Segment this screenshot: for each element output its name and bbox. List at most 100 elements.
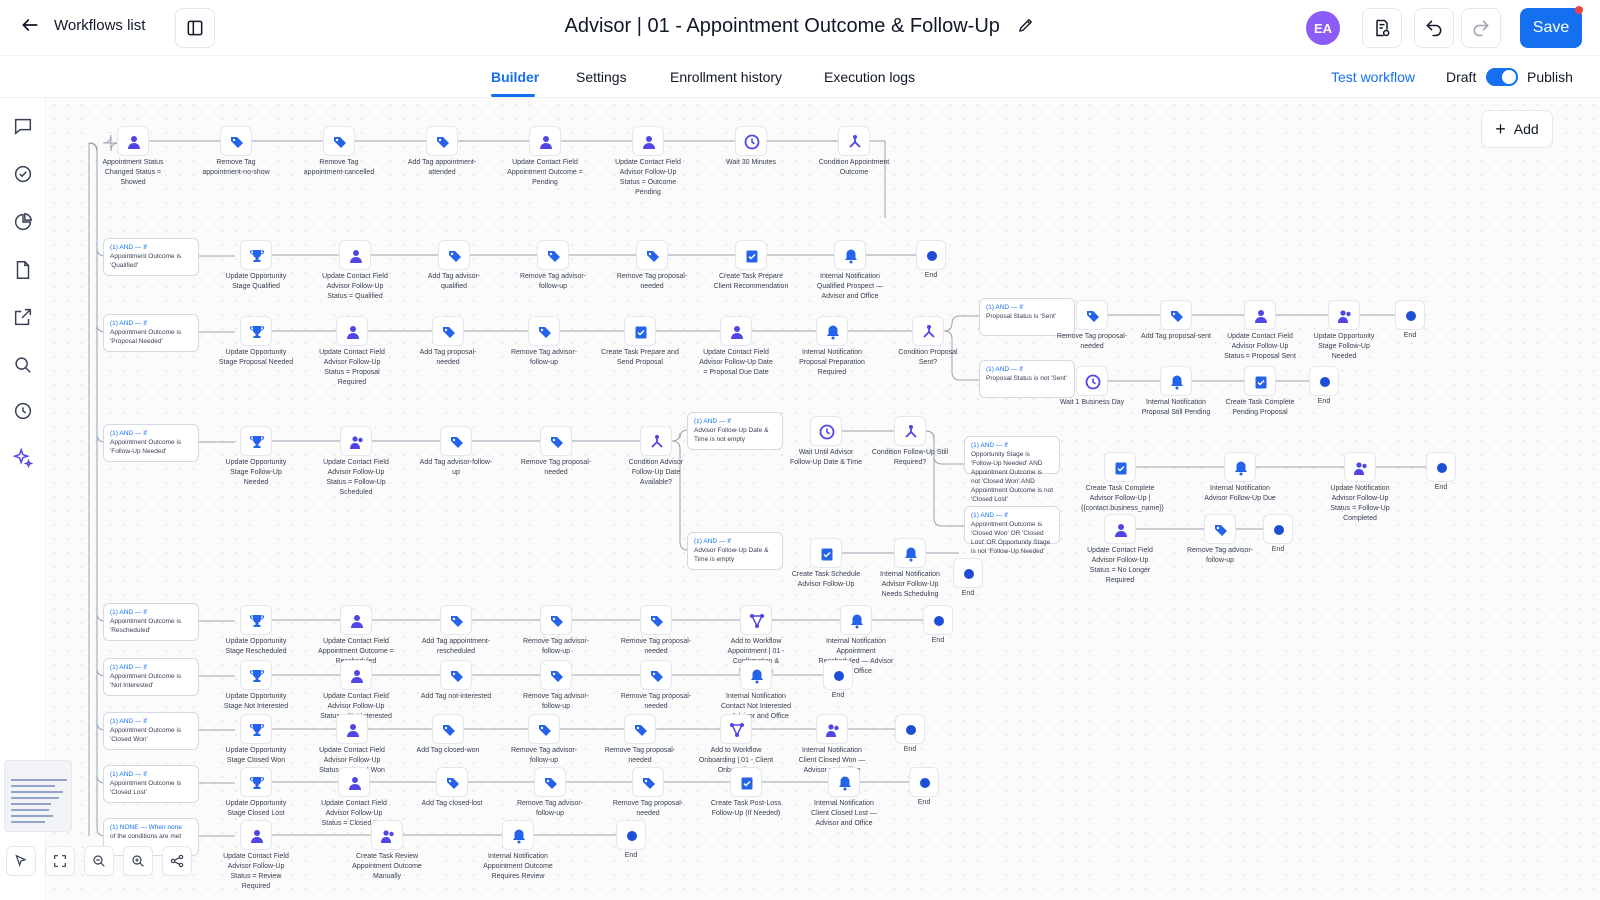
- end-node[interactable]: End: [895, 714, 925, 753]
- action-node[interactable]: Remove Tag proposal-needed: [617, 660, 695, 712]
- condition-branch-card[interactable]: (1) AND — If Advisor Follow-Up Date & Tim…: [687, 532, 783, 570]
- end-node[interactable]: End: [909, 767, 939, 806]
- action-node[interactable]: Appointment Status Changed Status = Show…: [94, 126, 172, 188]
- end-node[interactable]: End: [1309, 366, 1339, 405]
- action-node[interactable]: Update Contact Field Advisor Follow-Up S…: [316, 240, 394, 302]
- action-node[interactable]: Internal Notification Advisor Follow-Up …: [871, 538, 949, 600]
- history-icon[interactable]: [12, 400, 34, 422]
- action-node[interactable]: Condition Advisor Follow-Up Date Availab…: [617, 426, 695, 488]
- action-node[interactable]: Add Tag closed-lost: [413, 767, 491, 809]
- action-node[interactable]: Internal Notification Qualified Prospect…: [811, 240, 889, 302]
- check-circle-icon[interactable]: [12, 163, 34, 185]
- action-node[interactable]: Add Tag proposal-needed: [409, 316, 487, 368]
- sparkle-icon[interactable]: [12, 447, 34, 469]
- action-node[interactable]: Update Opportunity Stage Follow-Up Neede…: [1305, 300, 1383, 362]
- condition-branch-card[interactable]: (1) AND — If Appointment Outcome is 'Resc…: [103, 603, 199, 641]
- action-node[interactable]: Remove Tag proposal-needed: [609, 767, 687, 819]
- end-node[interactable]: End: [616, 820, 646, 859]
- minimap[interactable]: [4, 760, 72, 832]
- end-node[interactable]: End: [953, 558, 983, 597]
- condition-branch-card[interactable]: (1) AND — If Appointment Outcome is 'Foll…: [103, 424, 199, 462]
- edit-title-icon[interactable]: [1017, 16, 1035, 34]
- fit-view-button[interactable]: [45, 846, 75, 876]
- action-node[interactable]: Condition Follow-Up Still Required?: [871, 416, 949, 468]
- tab-settings[interactable]: Settings: [576, 69, 627, 85]
- pie-chart-icon[interactable]: [12, 211, 34, 233]
- action-node[interactable]: Internal Notification Client Closed Lost…: [805, 767, 883, 829]
- end-node[interactable]: End: [916, 240, 946, 279]
- action-node[interactable]: Create Task Review Appointment Outcome M…: [348, 820, 426, 882]
- action-node[interactable]: Update Opportunity Stage Rescheduled: [217, 605, 295, 657]
- action-node[interactable]: Internal Notification Advisor Follow-Up …: [1201, 452, 1279, 504]
- end-node[interactable]: End: [1395, 300, 1425, 339]
- pointer-tool-button[interactable]: [6, 846, 36, 876]
- action-node[interactable]: Remove Tag advisor-follow-up: [1181, 514, 1259, 566]
- condition-branch-card[interactable]: (1) AND — If Opportunity Stage is 'Follow…: [964, 436, 1060, 503]
- action-node[interactable]: Update Contact Field Advisor Follow-Up S…: [217, 820, 295, 892]
- redo-button[interactable]: [1461, 8, 1501, 48]
- action-node[interactable]: Update Opportunity Stage Follow-Up Neede…: [217, 426, 295, 488]
- action-node[interactable]: Add Tag appointment-rescheduled: [417, 605, 495, 657]
- action-node[interactable]: Create Task Complete Pending Proposal: [1221, 366, 1299, 418]
- action-node[interactable]: Update Contact Field Appointment Outcome…: [506, 126, 584, 188]
- action-node[interactable]: Remove Tag appointment-cancelled: [300, 126, 378, 178]
- action-node[interactable]: Add Tag proposal-sent: [1137, 300, 1215, 342]
- end-node[interactable]: End: [1263, 514, 1293, 553]
- action-node[interactable]: Remove Tag proposal-needed: [617, 605, 695, 657]
- action-node[interactable]: Internal Notification Contact Not Intere…: [717, 660, 795, 722]
- test-workflow-link[interactable]: Test workflow: [1331, 69, 1415, 85]
- action-node[interactable]: Update Opportunity Stage Proposal Needed: [217, 316, 295, 368]
- action-node[interactable]: Wait Until Advisor Follow-Up Date & Time: [787, 416, 865, 468]
- action-node[interactable]: Create Task Prepare and Send Proposal: [601, 316, 679, 368]
- action-node[interactable]: Update Contact Field Advisor Follow-Up S…: [1081, 514, 1159, 586]
- search-icon[interactable]: [12, 354, 34, 376]
- action-node[interactable]: Remove Tag proposal-needed: [613, 240, 691, 292]
- undo-button[interactable]: [1414, 8, 1454, 48]
- action-node[interactable]: Condition Proposal Sent?: [889, 316, 967, 368]
- action-node[interactable]: Remove Tag advisor-follow-up: [517, 605, 595, 657]
- save-button[interactable]: Save: [1520, 8, 1582, 48]
- action-node[interactable]: Update Contact Field Advisor Follow-Up S…: [609, 126, 687, 198]
- action-node[interactable]: Update Opportunity Stage Qualified: [217, 240, 295, 292]
- external-link-icon[interactable]: [12, 306, 34, 328]
- add-button[interactable]: + Add: [1481, 110, 1553, 148]
- action-node[interactable]: Remove Tag proposal-needed: [601, 714, 679, 766]
- user-avatar[interactable]: EA: [1306, 11, 1340, 45]
- action-node[interactable]: Remove Tag proposal-needed: [1053, 300, 1131, 352]
- action-node[interactable]: Update Contact Field Advisor Follow-Up S…: [1221, 300, 1299, 362]
- action-node[interactable]: Update Opportunity Stage Closed Won: [217, 714, 295, 766]
- action-node[interactable]: Add Tag not-interested: [417, 660, 495, 702]
- zoom-out-button[interactable]: [84, 846, 114, 876]
- end-node[interactable]: End: [823, 660, 853, 699]
- action-node[interactable]: Remove Tag proposal-needed: [517, 426, 595, 478]
- condition-branch-card[interactable]: (1) AND — If Advisor Follow-Up Date & Tim…: [687, 412, 783, 450]
- action-node[interactable]: Update Contact Field Advisor Follow-Up S…: [317, 426, 395, 498]
- action-node[interactable]: Update Contact Field Appointment Outcome…: [317, 605, 395, 667]
- action-node[interactable]: Internal Notification Proposal Preparati…: [793, 316, 871, 378]
- action-node[interactable]: Internal Notification Appointment Outcom…: [479, 820, 557, 882]
- action-node[interactable]: Add Tag advisor-qualified: [415, 240, 493, 292]
- tab-enrollment-history[interactable]: Enrollment history: [670, 69, 782, 85]
- condition-branch-card[interactable]: (1) AND — If Appointment Outcome is 'Not …: [103, 658, 199, 696]
- tab-execution-logs[interactable]: Execution logs: [824, 69, 915, 85]
- action-node[interactable]: Remove Tag advisor-follow-up: [505, 316, 583, 368]
- action-node[interactable]: Update Contact Field Advisor Follow-Up S…: [313, 316, 391, 388]
- publish-toggle[interactable]: [1486, 68, 1518, 86]
- action-node[interactable]: Condition Appointment Outcome: [815, 126, 893, 178]
- action-node[interactable]: Remove Tag advisor-follow-up: [511, 767, 589, 819]
- tab-builder[interactable]: Builder: [491, 69, 539, 85]
- action-node[interactable]: Update Contact Field Advisor Follow-Up D…: [697, 316, 775, 378]
- condition-branch-card[interactable]: (1) AND — If Appointment Outcome is 'Clos…: [964, 506, 1060, 555]
- condition-branch-card[interactable]: (1) AND — If Appointment Outcome is 'Clos…: [103, 712, 199, 750]
- condition-branch-card[interactable]: (1) AND — If Appointment Outcome is 'Clos…: [103, 765, 199, 803]
- action-node[interactable]: Internal Notification Proposal Still Pen…: [1137, 366, 1215, 418]
- action-node[interactable]: Create Task Complete Advisor Follow-Up |…: [1081, 452, 1164, 514]
- document-icon[interactable]: [12, 259, 34, 281]
- chat-icon[interactable]: [12, 115, 34, 137]
- action-node[interactable]: Add Tag closed-won: [409, 714, 487, 756]
- action-node[interactable]: Update Notification Advisor Follow-Up St…: [1321, 452, 1399, 524]
- condition-branch-card[interactable]: (1) AND — If Appointment Outcome is 'Prop…: [103, 314, 199, 352]
- end-node[interactable]: End: [923, 605, 953, 644]
- end-node[interactable]: End: [1426, 452, 1456, 491]
- condition-branch-card[interactable]: (1) AND — If Appointment Outcome is 'Qual…: [103, 238, 199, 276]
